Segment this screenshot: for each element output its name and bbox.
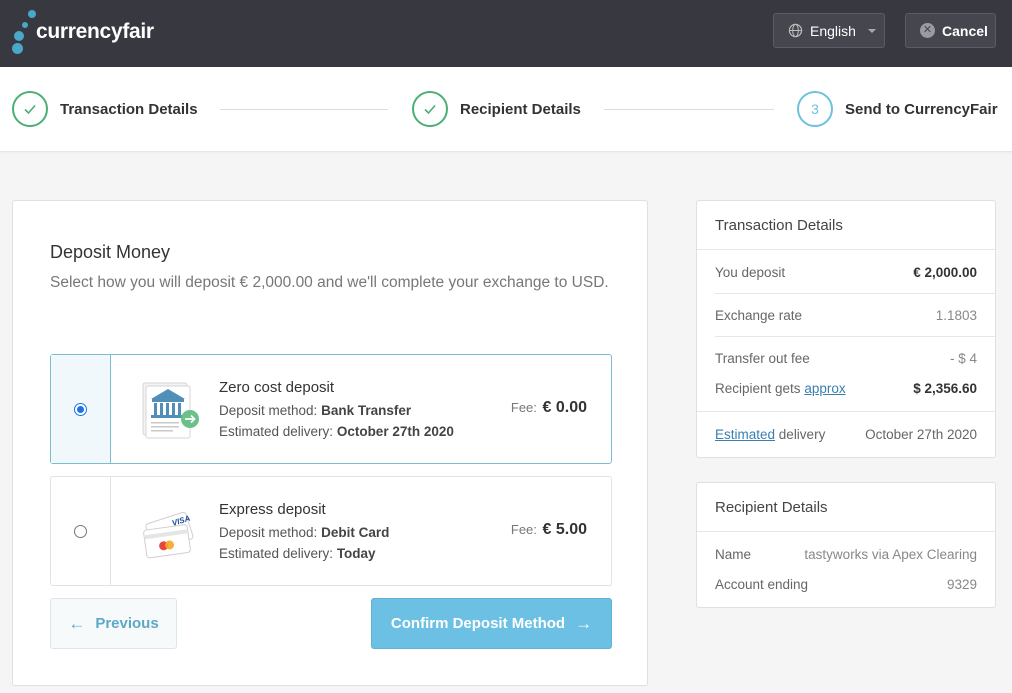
exchange-rate-label: Exchange rate (715, 308, 803, 323)
account-ending-value: 9329 (946, 577, 977, 592)
divider (697, 411, 995, 412)
step-transaction-details: Transaction Details (12, 91, 198, 127)
chevron-down-icon (867, 28, 876, 33)
you-deposit-label: You deposit (715, 265, 786, 280)
page-title: Deposit Money (50, 242, 171, 262)
debit-card-icon: VISA (143, 511, 194, 559)
radio-cell[interactable] (51, 355, 111, 463)
approx-link[interactable]: approx (804, 381, 845, 396)
you-deposit-row: You deposit € 2,000.00 (715, 265, 977, 280)
step-number: 3 (797, 91, 833, 127)
option-fee: Fee: € 5.00 (510, 521, 587, 538)
language-label: English (810, 22, 856, 39)
recipient-gets-value: $ 2,356.60 (913, 381, 977, 396)
check-icon (412, 91, 448, 127)
language-selector[interactable]: English (773, 13, 885, 48)
bank-transfer-icon (142, 382, 199, 439)
close-icon: ✕ (920, 23, 935, 38)
name-value: tastyworks via Apex Clearing (804, 547, 977, 562)
cancel-label: Cancel (942, 22, 988, 39)
check-icon (12, 91, 48, 127)
exchange-rate-row: Exchange rate 1.1803 (715, 308, 977, 323)
deposit-option-debit-card[interactable]: VISA Express deposit Deposit method: Deb… (50, 476, 612, 586)
transfer-fee-label: Transfer out fee (715, 351, 810, 366)
estimated-delivery-line: Estimated delivery: October 27th 2020 (219, 424, 454, 439)
card-title: Transaction Details (697, 201, 995, 250)
divider (715, 293, 995, 294)
progress-stepper: Transaction Details Recipient Details 3 … (0, 67, 1012, 152)
recipient-name-row: Name tastyworks via Apex Clearing (715, 547, 977, 562)
currencyfair-logo[interactable]: currencyfair (12, 10, 154, 54)
card-title: Recipient Details (697, 483, 995, 532)
transfer-fee-value: - $ 4 (949, 351, 977, 366)
option-fee: Fee: € 0.00 (510, 399, 587, 416)
previous-button[interactable]: ← Previous (50, 598, 177, 649)
globe-icon (788, 23, 803, 38)
cancel-button[interactable]: ✕ Cancel (905, 13, 996, 48)
top-bar: currencyfair English ✕ Cancel (0, 0, 1012, 67)
transaction-details-card: Transaction Details You deposit € 2,000.… (696, 200, 996, 458)
deposit-option-bank-transfer[interactable]: Zero cost deposit Deposit method: Bank T… (50, 354, 612, 464)
arrow-right-icon: → (575, 613, 593, 633)
step-connector (220, 109, 388, 110)
step-label: Recipient Details (460, 100, 581, 118)
estimated-link[interactable]: Estimated (715, 427, 775, 442)
deposit-method-line: Deposit method: Debit Card (219, 525, 390, 540)
logo-text: currencyfair (36, 20, 154, 43)
deposit-method-line: Deposit method: Bank Transfer (219, 403, 412, 418)
confirm-label: Confirm Deposit Method (390, 615, 566, 632)
arrow-left-icon: ← (68, 613, 86, 633)
name-label: Name (715, 547, 752, 562)
estimated-delivery-line: Estimated delivery: Today (219, 546, 376, 561)
step-send-to-currencyfair: 3 Send to CurrencyFair (797, 91, 998, 127)
recipient-details-card: Recipient Details Name tastyworks via Ap… (696, 482, 996, 608)
account-ending-row: Account ending 9329 (715, 577, 977, 592)
account-ending-label: Account ending (715, 577, 809, 592)
deposit-subtitle: Select how you will deposit € 2,000.00 a… (50, 274, 609, 291)
logo-dots-icon (12, 10, 36, 54)
recipient-gets-label-group: Recipient gets approx (715, 381, 846, 396)
you-deposit-value: € 2,000.00 (913, 265, 977, 280)
deposit-money-card: Deposit Money Select how you will deposi… (12, 200, 648, 686)
option-title: Zero cost deposit (219, 379, 335, 396)
option-title: Express deposit (219, 501, 326, 518)
estimated-delivery-label-group: Estimated delivery (715, 427, 826, 442)
divider (715, 336, 995, 337)
estimated-delivery-row: Estimated delivery October 27th 2020 (715, 427, 977, 442)
step-label: Transaction Details (60, 100, 198, 118)
radio-button[interactable] (74, 524, 87, 538)
radio-cell[interactable] (51, 477, 111, 585)
recipient-gets-row: Recipient gets approx $ 2,356.60 (715, 381, 977, 396)
step-label: Send to CurrencyFair (845, 100, 998, 118)
exchange-rate-value: 1.1803 (935, 308, 977, 323)
confirm-deposit-method-button[interactable]: Confirm Deposit Method → (371, 598, 612, 649)
radio-button[interactable] (74, 402, 87, 416)
estimated-delivery-value: October 27th 2020 (865, 427, 977, 442)
previous-label: Previous (95, 615, 159, 632)
transfer-fee-row: Transfer out fee - $ 4 (715, 351, 977, 366)
step-connector (604, 109, 774, 110)
step-recipient-details: Recipient Details (412, 91, 581, 127)
